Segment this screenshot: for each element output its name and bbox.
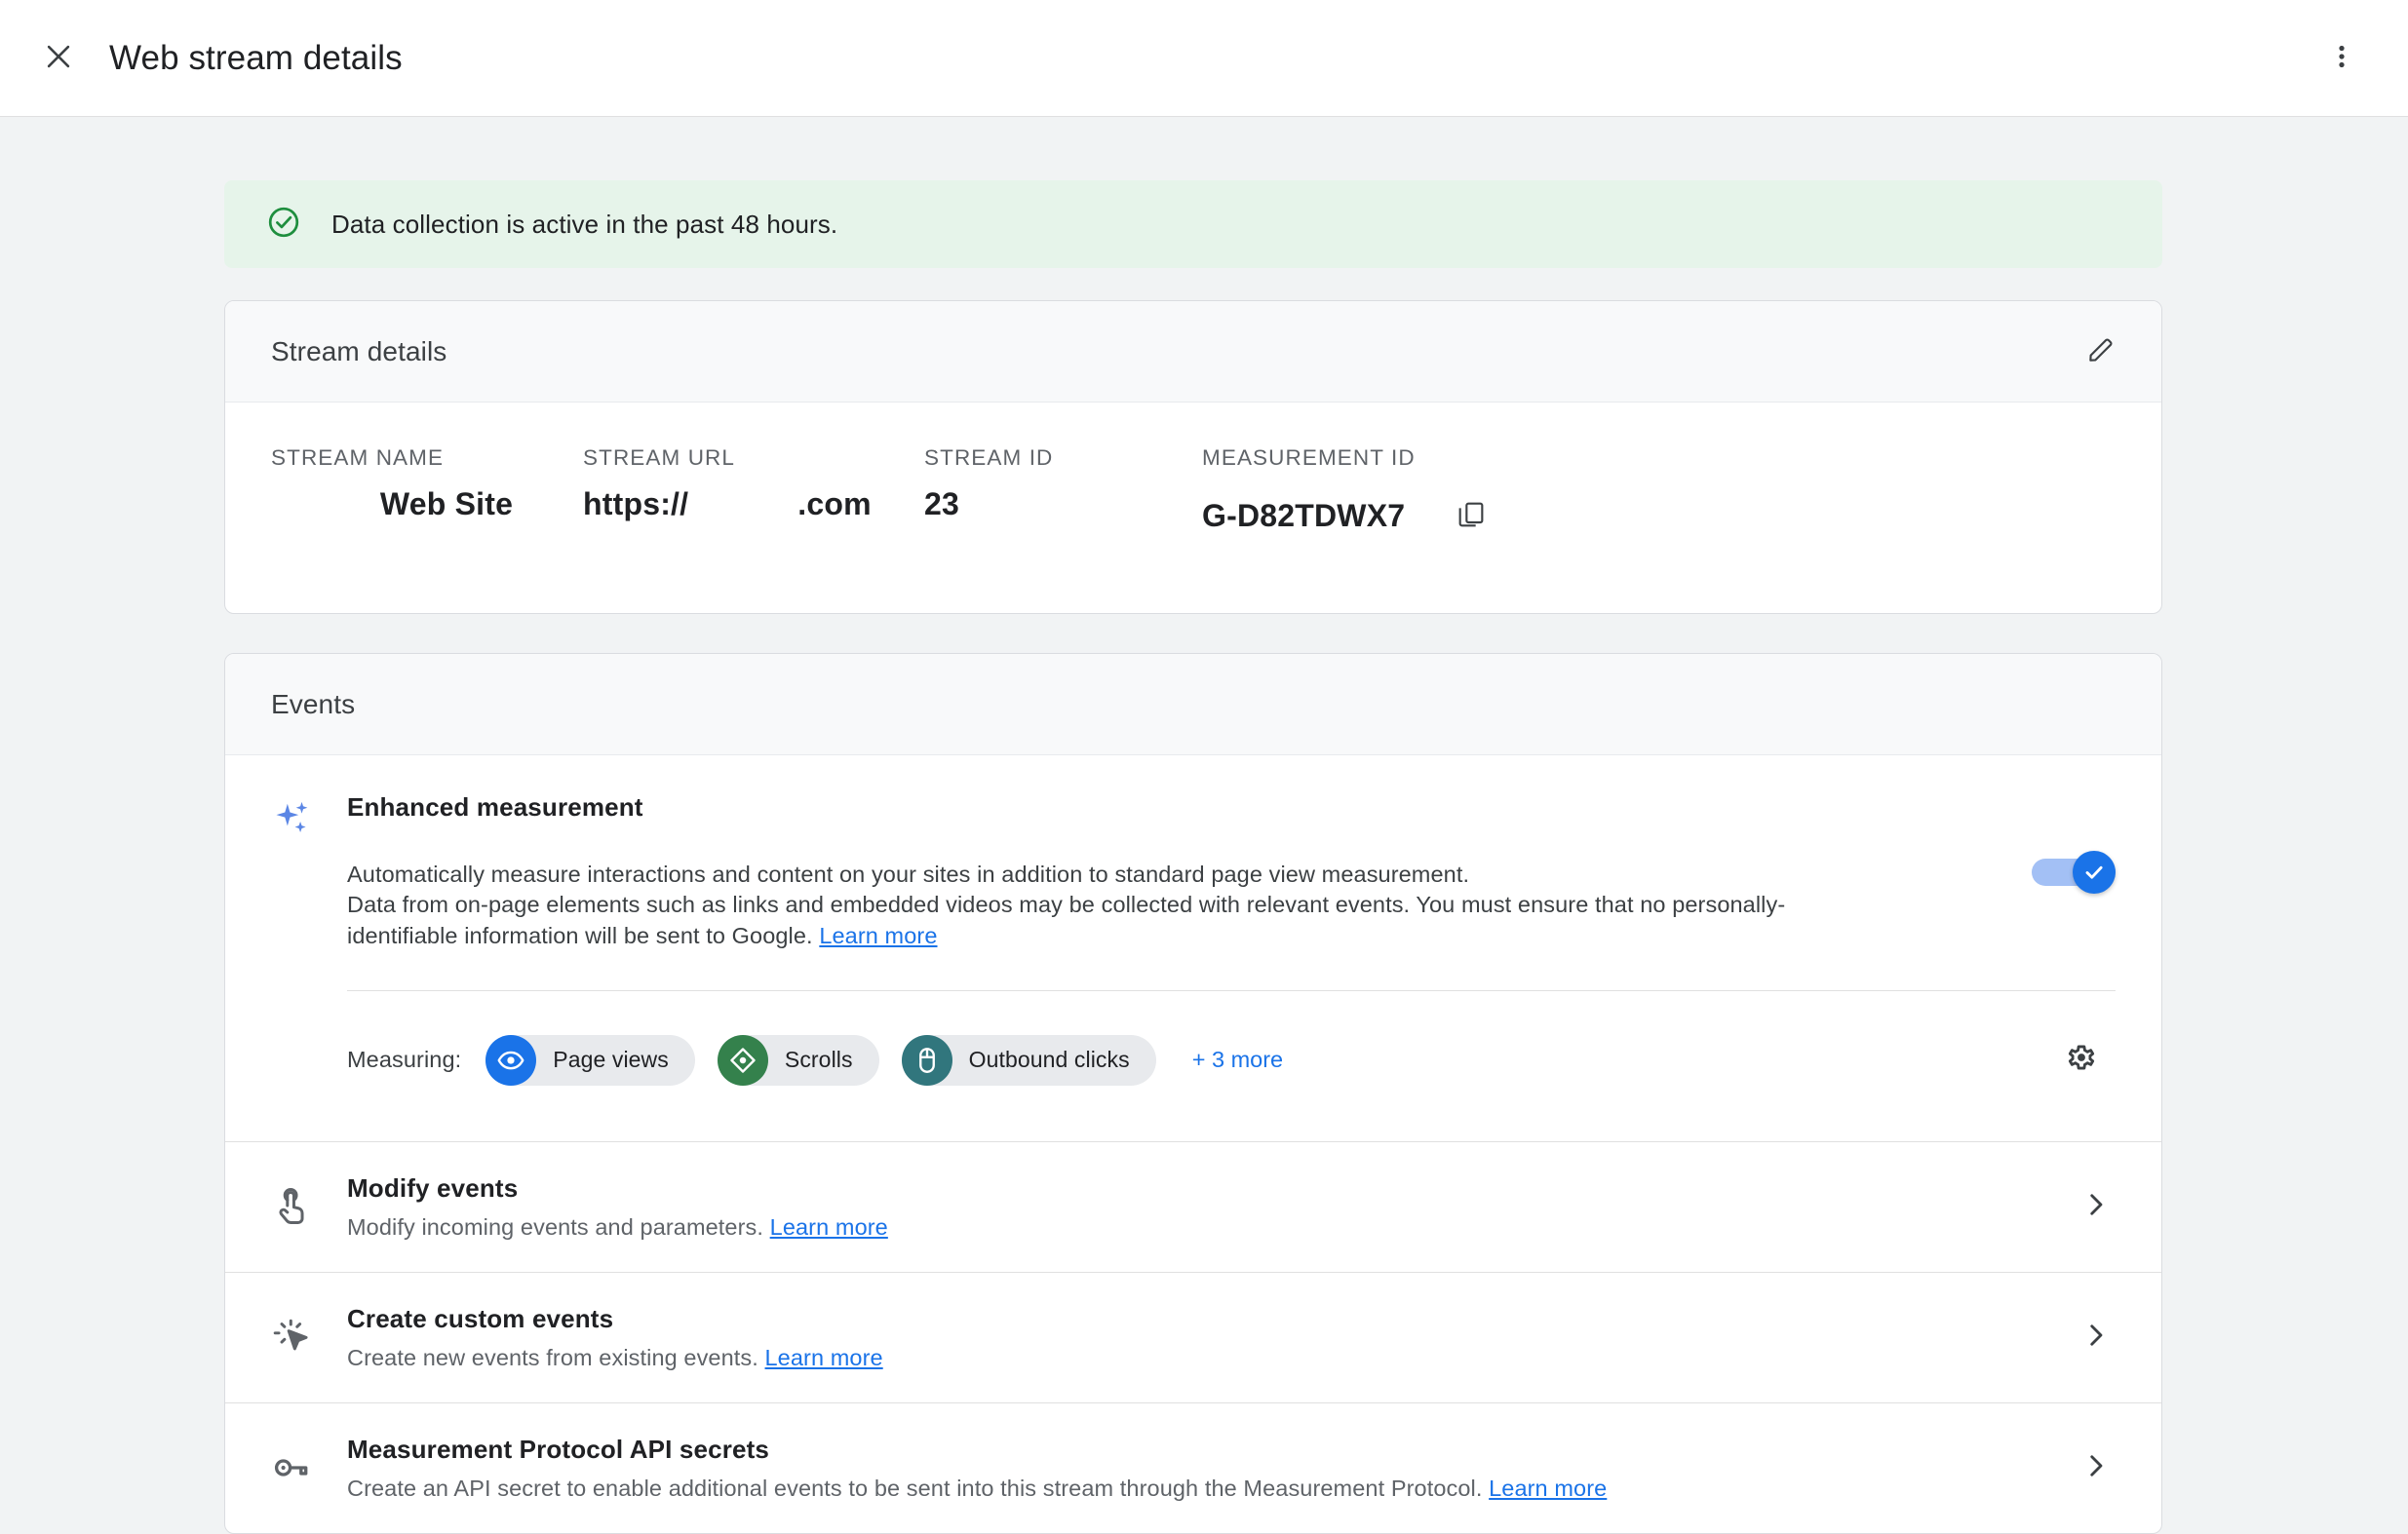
- enhanced-measurement-settings-button[interactable]: [2047, 1026, 2116, 1094]
- stream-details-header: Stream details: [225, 301, 2161, 403]
- create-custom-events-chevron-wrap[interactable]: [2062, 1319, 2130, 1357]
- event-row-create-custom-events[interactable]: Create custom events Create new events f…: [225, 1271, 2161, 1402]
- field-stream-name-value: Web Site: [379, 486, 514, 521]
- api-secrets-description-text: Create an API secret to enable additiona…: [347, 1475, 1483, 1501]
- status-banner: Data collection is active in the past 48…: [224, 180, 2162, 268]
- touch-app-icon: [271, 1186, 312, 1232]
- event-row-measurement-protocol-api-secrets[interactable]: Measurement Protocol API secrets Create …: [225, 1401, 2161, 1533]
- chip-scrolls-label: Scrolls: [784, 1047, 853, 1073]
- chip-outbound-clicks[interactable]: Outbound clicks: [901, 1034, 1156, 1086]
- enhanced-measurement-section: Enhanced measurement Automatically measu…: [225, 755, 2161, 1141]
- app-bar: Web stream details: [0, 0, 2408, 117]
- field-stream-url-prefix: https://: [583, 486, 689, 521]
- field-stream-id: STREAM ID 23: [924, 445, 1202, 522]
- ads-click-icon: [271, 1317, 312, 1362]
- chevron-right-icon: [2079, 1188, 2113, 1226]
- enhanced-measurement-description-line2: Data from on-page elements such as links…: [347, 892, 1786, 948]
- toggle-thumb: [2073, 851, 2116, 894]
- chip-page-views-label: Page views: [553, 1047, 669, 1073]
- enhanced-measurement-toggle[interactable]: [2032, 851, 2116, 894]
- chevron-right-icon: [2079, 1319, 2113, 1357]
- field-stream-name: STREAM NAME Web Site: [271, 445, 583, 522]
- enhanced-measurement-top: Enhanced measurement Automatically measu…: [225, 792, 2161, 951]
- api-secrets-body: Measurement Protocol API secrets Create …: [347, 1435, 2062, 1502]
- app-bar-left: Web stream details: [29, 29, 403, 88]
- close-button[interactable]: [29, 29, 88, 88]
- stream-details-title: Stream details: [271, 335, 447, 366]
- enhanced-measurement-description: Automatically measure interactions and c…: [347, 860, 1887, 951]
- eye-icon: [485, 1034, 537, 1086]
- api-secrets-learn-more-link[interactable]: Learn more: [1489, 1476, 1607, 1501]
- sparkles-icon: [271, 796, 314, 844]
- content-area: Data collection is active in the past 48…: [0, 180, 2408, 1534]
- enhanced-measurement-icon-wrap: [271, 792, 347, 844]
- more-vert-icon: [2327, 42, 2356, 74]
- chevron-right-icon: [2079, 1449, 2113, 1487]
- create-custom-events-learn-more-link[interactable]: Learn more: [765, 1345, 883, 1370]
- modify-events-title: Modify events: [347, 1172, 519, 1203]
- modify-events-description: Modify incoming events and parameters. L…: [347, 1214, 2033, 1241]
- field-stream-url-suffix: .com: [797, 486, 872, 521]
- api-secrets-icon-wrap: [271, 1443, 347, 1493]
- status-banner-text: Data collection is active in the past 48…: [331, 209, 838, 239]
- field-stream-url-redacted: [688, 486, 797, 522]
- modify-events-body: Modify events Modify incoming events and…: [347, 1173, 2062, 1241]
- api-secrets-title: Measurement Protocol API secrets: [347, 1434, 769, 1464]
- modify-events-icon-wrap: [271, 1182, 347, 1232]
- copy-icon: [1456, 499, 1487, 533]
- enhanced-measurement-description-line1: Automatically measure interactions and c…: [347, 862, 1470, 887]
- modify-events-learn-more-link[interactable]: Learn more: [770, 1214, 888, 1240]
- api-secrets-description: Create an API secret to enable additiona…: [347, 1476, 2033, 1502]
- field-measurement-id: MEASUREMENT ID G-D82TDWX7: [1202, 445, 1500, 545]
- field-measurement-id-label: MEASUREMENT ID: [1202, 445, 1416, 470]
- field-stream-url-value: https:// .com: [583, 486, 924, 522]
- gear-icon: [2064, 1040, 2099, 1080]
- field-stream-name-label: STREAM NAME: [271, 445, 445, 470]
- api-secrets-chevron-wrap[interactable]: [2062, 1449, 2130, 1487]
- enhanced-measurement-toggle-wrap: [1960, 792, 2116, 894]
- create-custom-events-icon-wrap: [271, 1313, 347, 1362]
- toggle-check-icon: [2085, 865, 2103, 879]
- create-custom-events-description-text: Create new events from existing events.: [347, 1344, 758, 1370]
- check-circle-icon: [266, 205, 301, 245]
- key-icon: [271, 1447, 312, 1493]
- field-stream-id-label: STREAM ID: [924, 445, 1054, 470]
- edit-stream-button[interactable]: [2072, 323, 2130, 381]
- mouse-icon: [901, 1034, 952, 1086]
- enhanced-measurement-body: Enhanced measurement Automatically measu…: [347, 792, 1960, 951]
- measurement-id-row: G-D82TDWX7: [1202, 486, 1500, 545]
- field-stream-url: STREAM URL https:// .com: [583, 445, 924, 522]
- field-stream-id-value: 23: [924, 486, 959, 521]
- edit-pencil-icon: [2085, 334, 2117, 368]
- stream-details-card: Stream details STREAM NAME Web Site STRE…: [224, 300, 2162, 614]
- create-custom-events-description: Create new events from existing events. …: [347, 1345, 2033, 1371]
- page-title: Web stream details: [109, 38, 403, 77]
- events-header: Events: [225, 654, 2161, 755]
- modify-events-description-text: Modify incoming events and parameters.: [347, 1213, 764, 1240]
- enhanced-measurement-title: Enhanced measurement: [347, 792, 643, 822]
- field-measurement-id-value: G-D82TDWX7: [1202, 497, 1406, 533]
- field-stream-url-label: STREAM URL: [583, 445, 736, 470]
- enhanced-measurement-learn-more-link[interactable]: Learn more: [819, 923, 937, 948]
- create-custom-events-title: Create custom events: [347, 1303, 614, 1333]
- chip-outbound-clicks-label: Outbound clicks: [968, 1047, 1130, 1073]
- scroll-diamond-icon: [717, 1034, 768, 1086]
- event-row-modify-events[interactable]: Modify events Modify incoming events and…: [225, 1140, 2161, 1272]
- content-column: Data collection is active in the past 48…: [224, 180, 2162, 1534]
- events-card: Events Enhanced measurement Automaticall…: [224, 653, 2162, 1534]
- stream-details-fields: STREAM NAME Web Site STREAM URL https://…: [225, 403, 2161, 613]
- measuring-row: Measuring: Page views Scrolls Outbound c…: [225, 991, 2161, 1141]
- copy-measurement-id-button[interactable]: [1442, 486, 1500, 545]
- measuring-more-link[interactable]: + 3 more: [1192, 1047, 1283, 1073]
- events-title: Events: [271, 688, 356, 719]
- create-custom-events-body: Create custom events Create new events f…: [347, 1304, 2062, 1371]
- chip-scrolls[interactable]: Scrolls: [717, 1034, 879, 1086]
- overflow-menu-button[interactable]: [2312, 29, 2371, 88]
- chip-page-views[interactable]: Page views: [485, 1034, 695, 1086]
- modify-events-chevron-wrap[interactable]: [2062, 1188, 2130, 1226]
- close-icon: [42, 40, 75, 76]
- measuring-label: Measuring:: [347, 1047, 462, 1073]
